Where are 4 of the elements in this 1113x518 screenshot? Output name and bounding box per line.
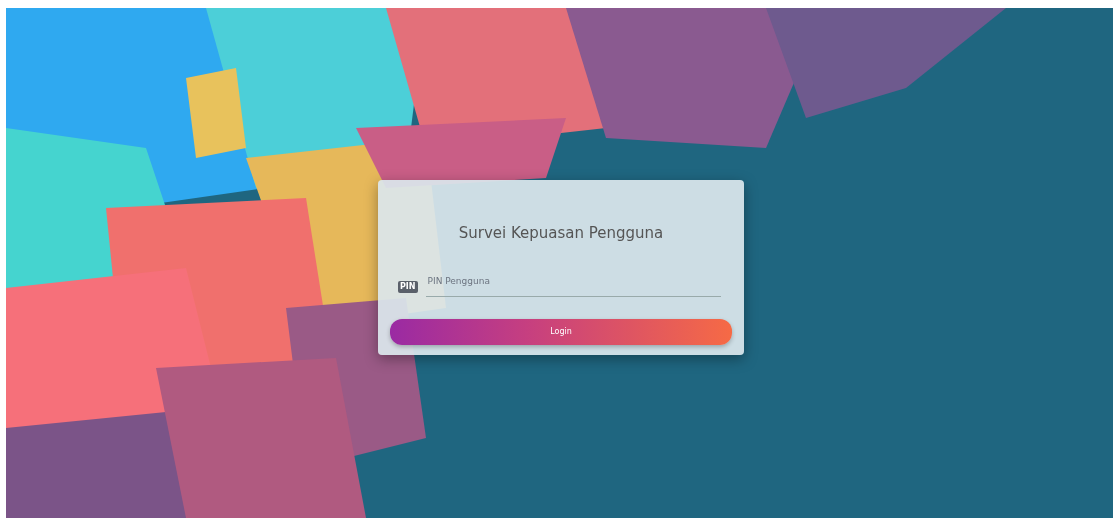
- card-title: Survei Kepuasan Pengguna: [457, 223, 665, 244]
- pin-icon: PIN: [398, 281, 418, 293]
- pin-input-field[interactable]: PIN Pengguna: [425, 272, 721, 297]
- login-button[interactable]: Login: [390, 319, 732, 345]
